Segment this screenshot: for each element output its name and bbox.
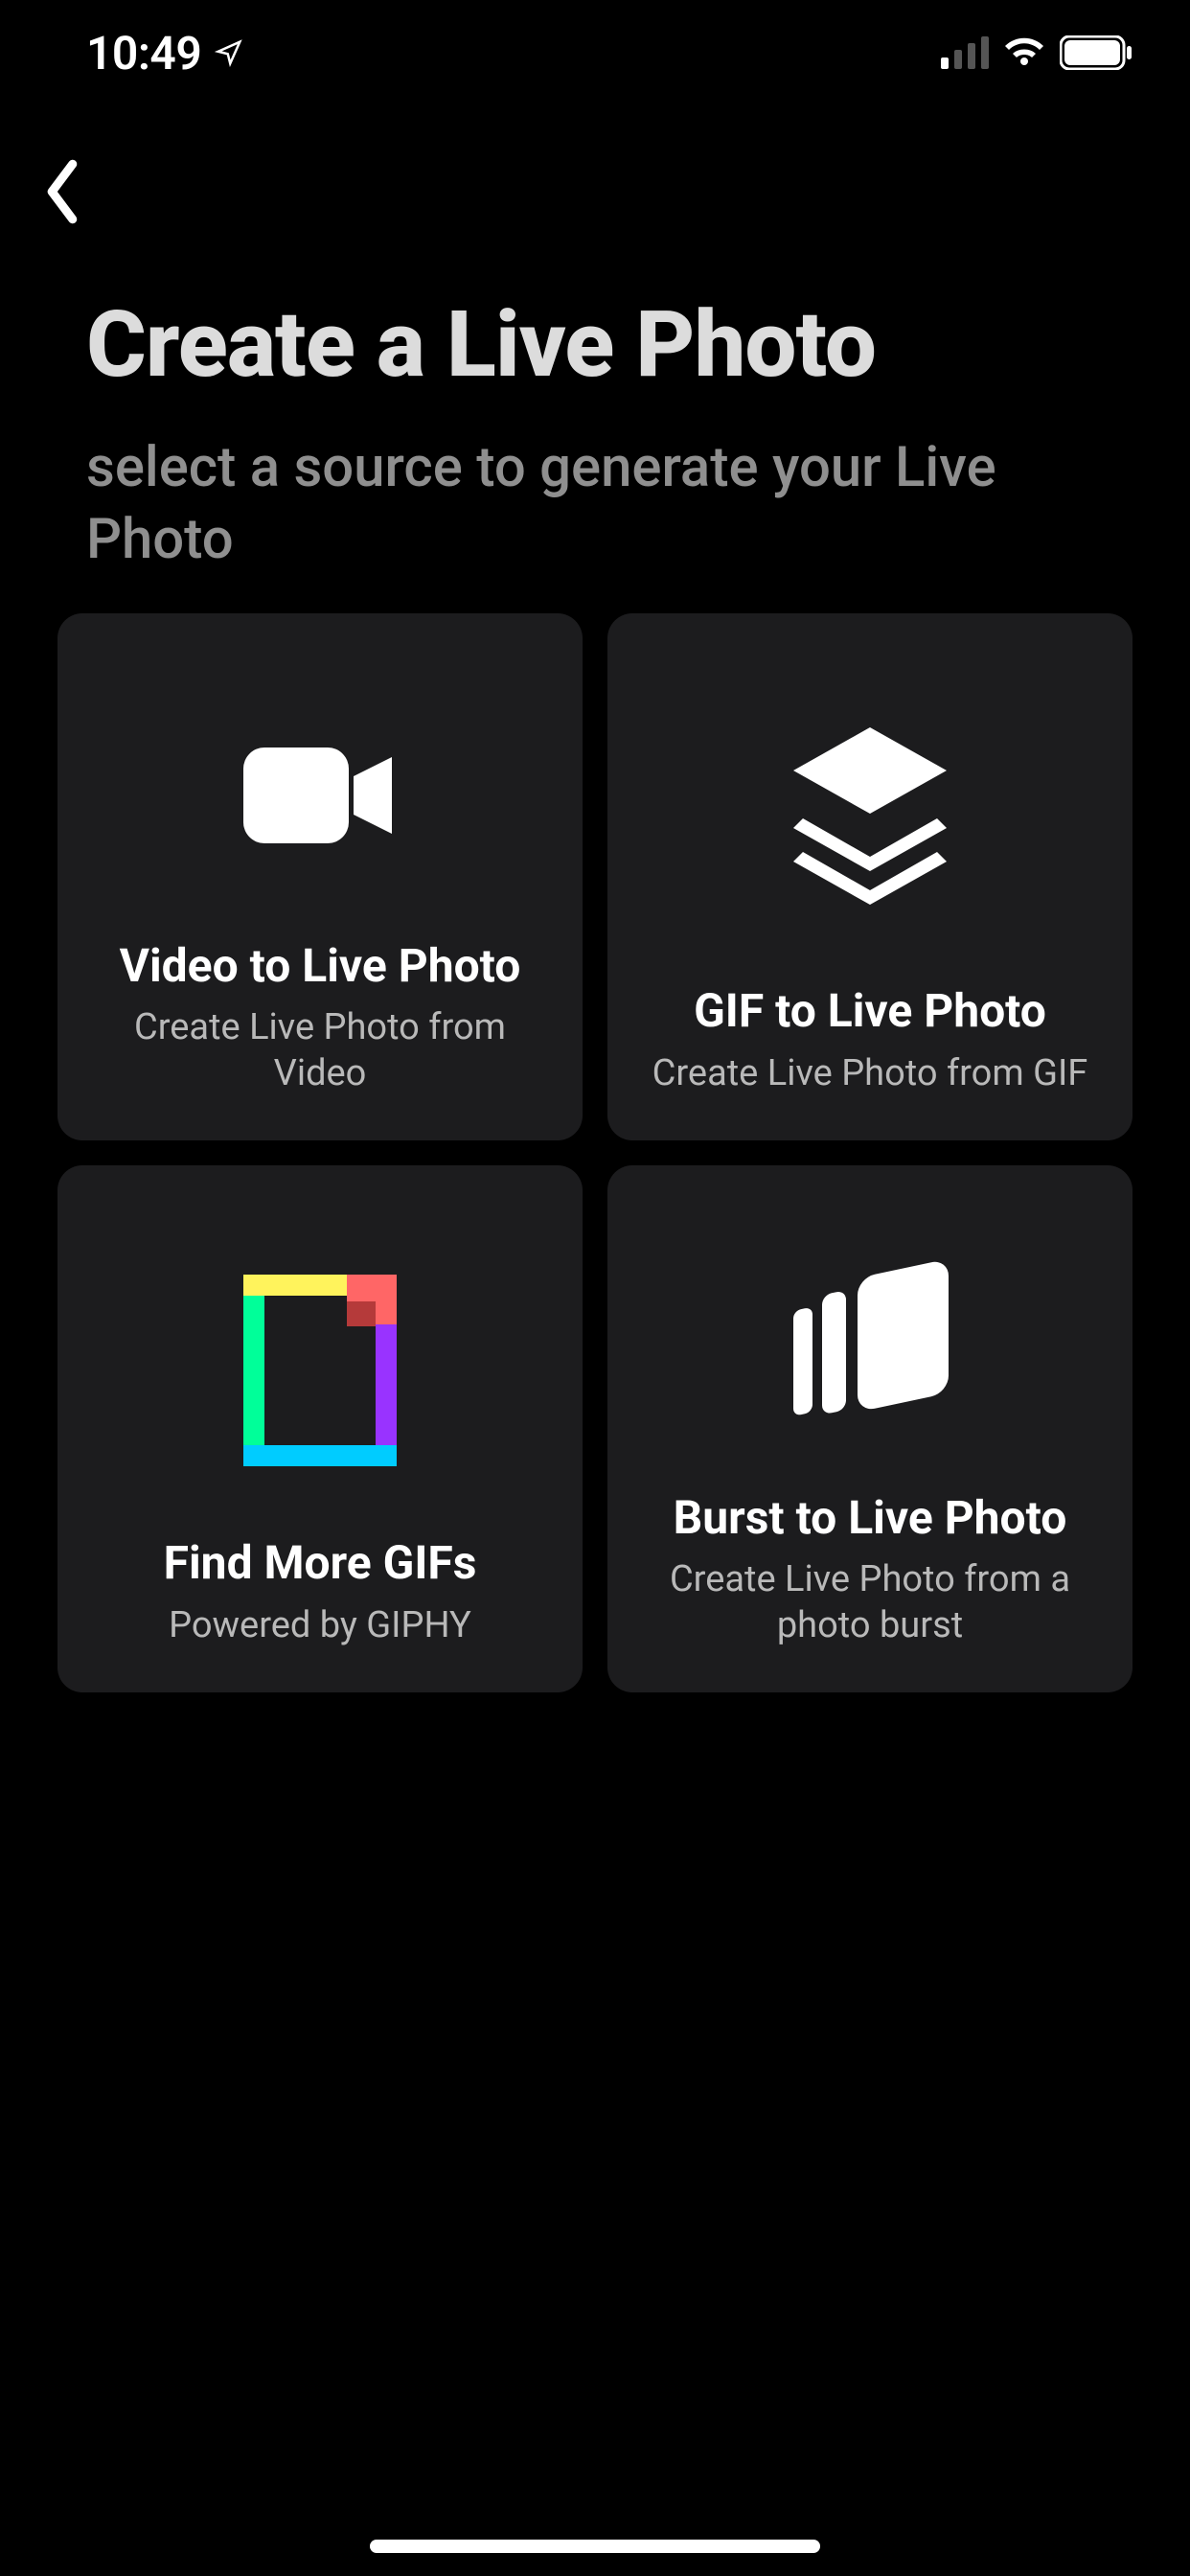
layers-icon — [784, 727, 956, 909]
status-bar: 10:49 — [0, 0, 1190, 105]
location-icon — [215, 38, 243, 67]
status-time: 10:49 — [86, 26, 201, 80]
video-icon-wrap — [84, 652, 556, 939]
card-find-gifs[interactable]: Find More GIFs Powered by GIPHY — [57, 1165, 583, 1692]
card-title: Video to Live Photo — [120, 939, 521, 992]
card-title: Burst to Live Photo — [674, 1491, 1067, 1544]
page-title: Create a Live Photo — [86, 297, 1104, 394]
page-header: Create a Live Photo select a source to g… — [86, 297, 1104, 577]
card-subtitle: Create Live Photo from GIF — [652, 1051, 1088, 1097]
chevron-left-icon — [41, 157, 83, 226]
page-subtitle: select a source to generate your Live Ph… — [86, 432, 1104, 577]
nav-bar — [0, 144, 1190, 240]
layers-icon-wrap — [634, 652, 1106, 984]
card-title: Find More GIFs — [164, 1536, 477, 1589]
giphy-icon-wrap — [84, 1204, 556, 1536]
source-grid: Video to Live Photo Create Live Photo fr… — [57, 613, 1133, 1692]
card-subtitle: Powered by GIPHY — [169, 1603, 471, 1649]
card-subtitle: Create Live Photo from Video — [84, 1005, 556, 1096]
status-left: 10:49 — [86, 26, 243, 80]
card-video-to-live[interactable]: Video to Live Photo Create Live Photo fr… — [57, 613, 583, 1140]
card-title: GIF to Live Photo — [694, 984, 1046, 1037]
burst-icon-wrap — [634, 1204, 1106, 1491]
battery-icon — [1060, 35, 1133, 70]
status-right — [941, 35, 1133, 70]
wifi-icon — [1002, 36, 1046, 69]
home-indicator[interactable] — [370, 2540, 820, 2553]
card-burst-to-live[interactable]: Burst to Live Photo Create Live Photo fr… — [607, 1165, 1133, 1692]
photo-stack-icon — [779, 1261, 961, 1434]
cellular-signal-icon — [941, 36, 989, 69]
card-gif-to-live[interactable]: GIF to Live Photo Create Live Photo from… — [607, 613, 1133, 1140]
video-camera-icon — [234, 728, 406, 862]
card-subtitle: Create Live Photo from a photo burst — [634, 1557, 1106, 1648]
giphy-icon — [243, 1275, 397, 1466]
back-button[interactable] — [29, 158, 96, 225]
